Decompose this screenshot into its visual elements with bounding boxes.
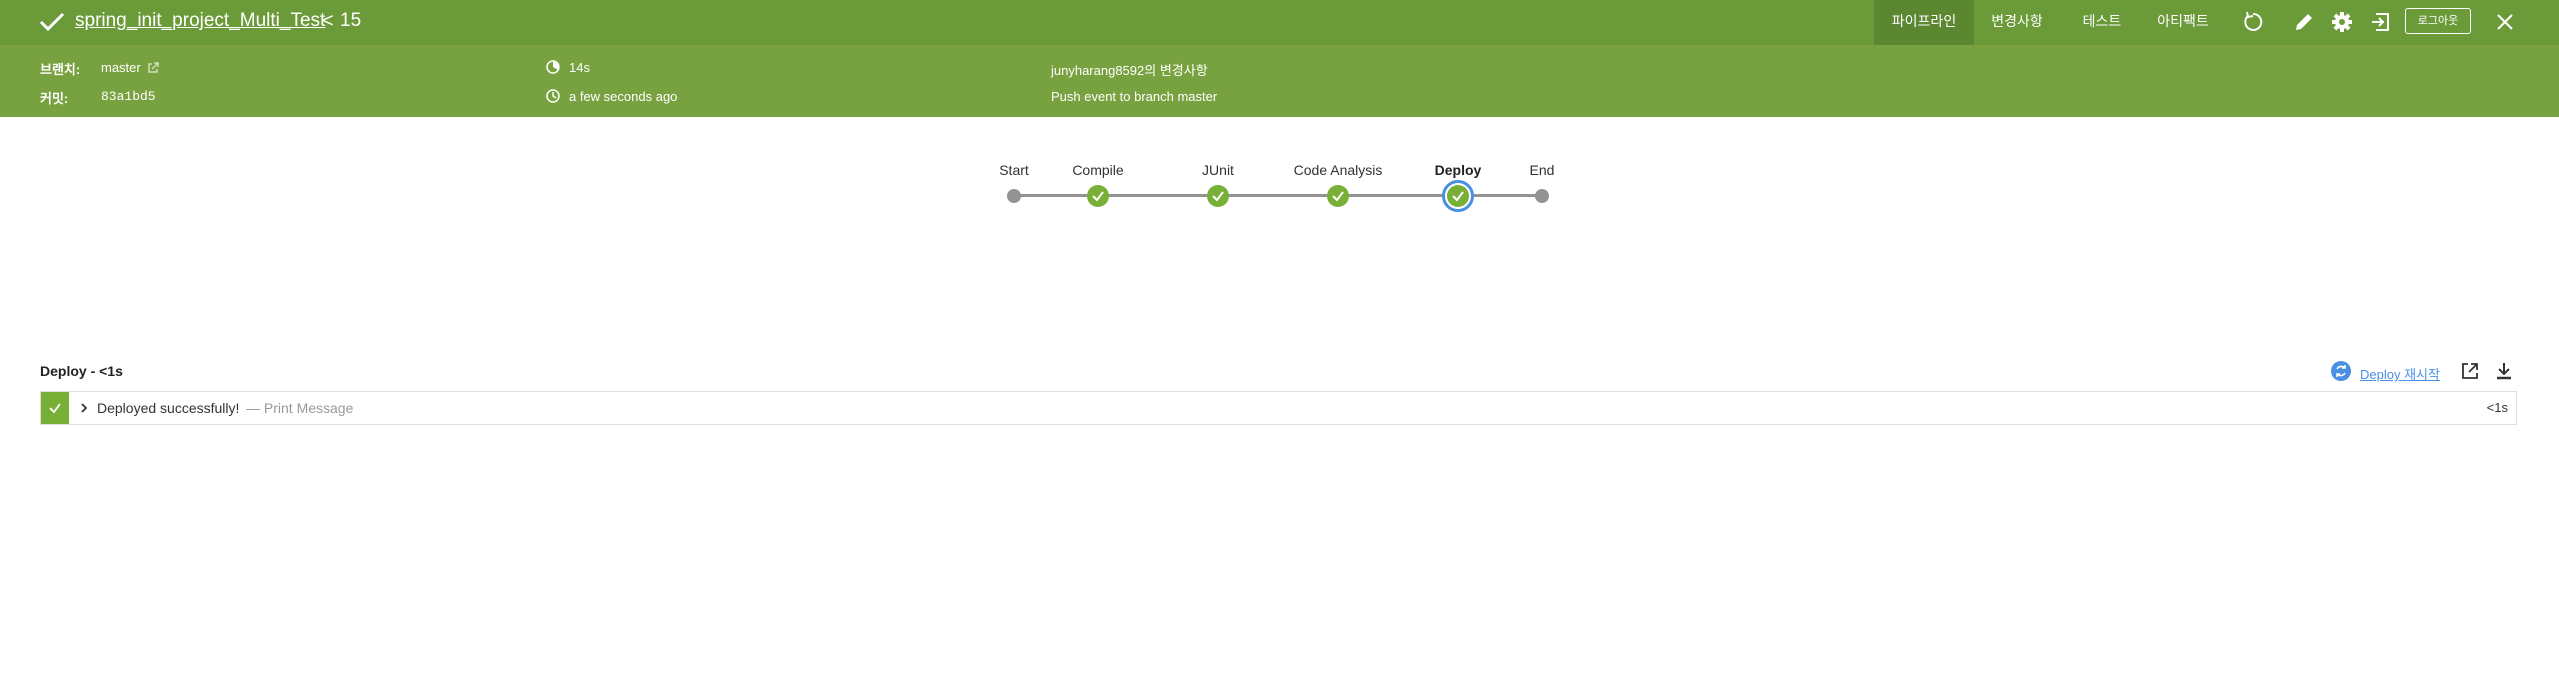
- stage-success-check-icon: [1092, 191, 1104, 202]
- run-info-bar: 브랜치: master 커밋: 83a1bd5 14s a few second…: [0, 45, 2559, 117]
- restart-stage-link[interactable]: Deploy 재시작: [2360, 364, 2440, 383]
- step-status-indicator: [41, 392, 69, 424]
- pipeline-title-link[interactable]: spring_init_project_Multi_Test: [75, 8, 325, 34]
- run-number: 15: [340, 10, 362, 31]
- restart-stage-icon[interactable]: [2330, 360, 2352, 382]
- tab-tests[interactable]: 테스트: [2062, 0, 2142, 45]
- stage-success-check-icon: [1212, 191, 1224, 202]
- branch-label: 브랜치:: [40, 62, 81, 77]
- stage-label-compile[interactable]: Compile: [1072, 162, 1123, 178]
- branch-value[interactable]: master: [101, 60, 141, 75]
- stage-node-compile[interactable]: [1087, 185, 1109, 207]
- replay-icon[interactable]: [2240, 9, 2266, 35]
- stage-node-code-analysis[interactable]: [1327, 185, 1349, 207]
- stage-label-start: Start: [999, 162, 1029, 178]
- step-duration: <1s: [2486, 400, 2508, 415]
- stage-label-junit[interactable]: JUnit: [1202, 162, 1234, 178]
- external-link-icon[interactable]: [147, 62, 159, 74]
- stage-node-junit[interactable]: [1207, 185, 1229, 207]
- duration-icon: [546, 60, 560, 74]
- tab-artifacts[interactable]: 아티팩트: [2145, 0, 2221, 45]
- exit-icon[interactable]: [2368, 9, 2394, 35]
- duration-value: 14s: [569, 60, 590, 75]
- start-node: [1007, 189, 1021, 203]
- stage-label-deploy[interactable]: Deploy: [1435, 162, 1482, 178]
- settings-icon[interactable]: [2329, 9, 2355, 35]
- commit-label: 커밋:: [40, 91, 69, 106]
- end-node: [1535, 189, 1549, 203]
- run-cause: Push event to branch master: [1051, 89, 1218, 104]
- close-icon[interactable]: [2492, 9, 2518, 35]
- stage-success-check-icon: [1452, 191, 1464, 202]
- title-separator: <: [322, 10, 334, 32]
- edit-icon[interactable]: [2291, 9, 2317, 35]
- commit-value: 83a1bd5: [101, 89, 156, 104]
- log-step-row[interactable]: Deployed successfully! — Print Message <…: [40, 391, 2517, 425]
- success-check-icon: [39, 12, 65, 32]
- changes-by: junyharang8592의 변경사항: [1051, 63, 1208, 78]
- stage-label-end: End: [1529, 162, 1555, 178]
- clock-icon: [546, 89, 560, 103]
- stage-success-check-icon: [1332, 191, 1344, 202]
- started-time: a few seconds ago: [569, 89, 678, 104]
- tab-changes[interactable]: 변경사항: [1975, 0, 2059, 45]
- download-icon[interactable]: [2494, 361, 2514, 381]
- stage-label-code-analysis[interactable]: Code Analysis: [1294, 162, 1383, 178]
- top-bar: spring_init_project_Multi_Test < 15 파이프라…: [0, 0, 2559, 45]
- step-success-check-icon: [49, 403, 61, 414]
- open-external-icon[interactable]: [2460, 361, 2480, 381]
- stage-node-deploy[interactable]: [1447, 185, 1469, 207]
- pipeline-graph: Start Compile JUnit Code Analysis Deploy…: [0, 150, 2559, 220]
- step-message: Deployed successfully!: [97, 400, 240, 416]
- chevron-right-icon[interactable]: [77, 401, 91, 415]
- step-description: — Print Message: [246, 400, 354, 416]
- log-section-title: Deploy - <1s: [40, 363, 123, 379]
- tab-pipeline[interactable]: 파이프라인: [1874, 0, 1974, 45]
- logout-button[interactable]: 로그아웃: [2405, 8, 2471, 34]
